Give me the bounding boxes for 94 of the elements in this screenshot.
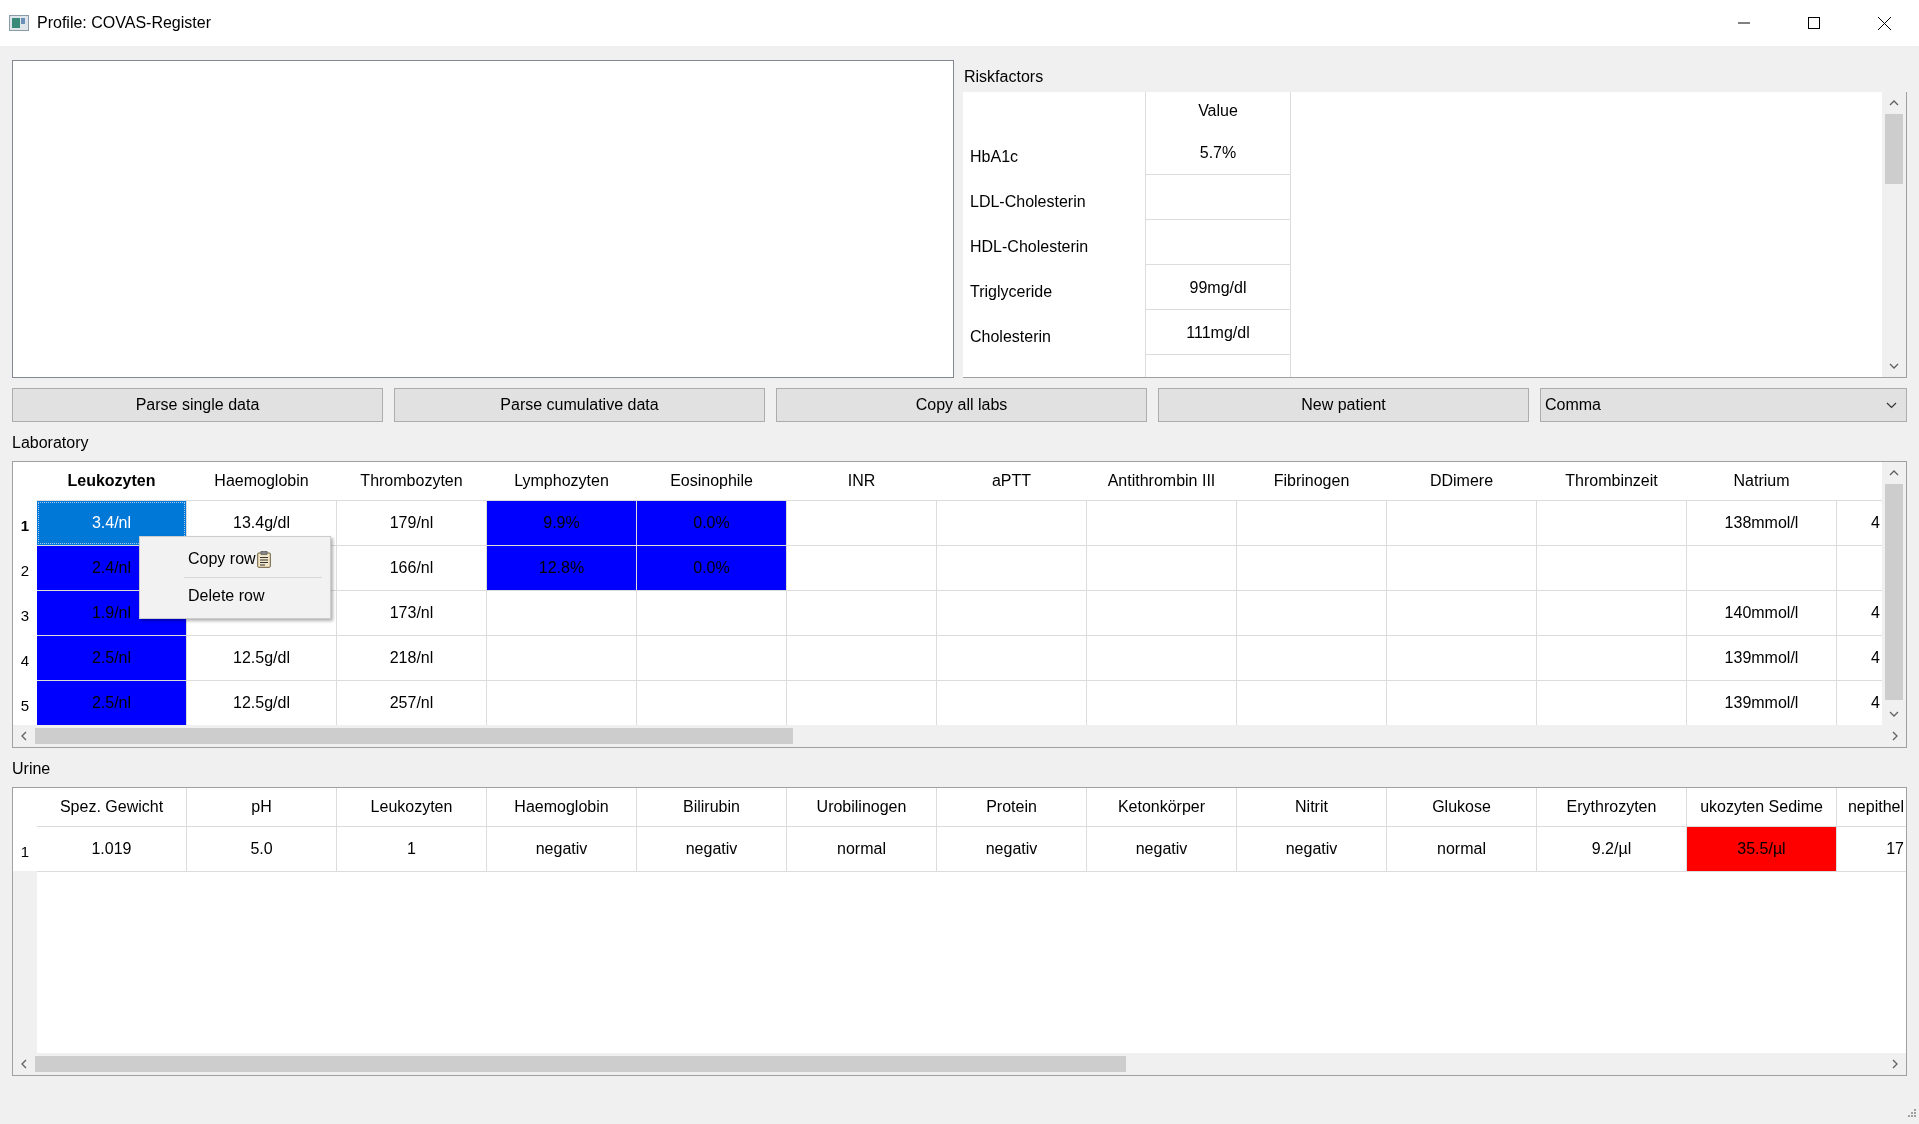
table-cell[interactable]: 35.5/µl — [1687, 827, 1836, 871]
row-header: HDL-Cholesterin — [969, 236, 1090, 257]
row-number[interactable]: 5 — [13, 681, 37, 725]
column-header[interactable]: Spez. Gewicht — [37, 788, 186, 826]
column-header[interactable]: Leukozyten — [37, 462, 186, 500]
text-input-area[interactable] — [12, 60, 954, 378]
minimize-icon — [1738, 22, 1750, 24]
separator-dropdown[interactable]: Comma — [1540, 388, 1907, 422]
row-number[interactable]: 2 — [13, 546, 37, 590]
horizontal-scrollbar[interactable] — [13, 725, 1906, 747]
table-cell[interactable]: 4 — [1837, 636, 1882, 680]
table-cell[interactable]: 1 — [337, 827, 486, 871]
section-label: Laboratory — [12, 434, 90, 452]
action-button[interactable]: New patient — [1158, 388, 1529, 422]
action-button[interactable]: Parse cumulative data — [394, 388, 765, 422]
scrollbar-thumb[interactable] — [1885, 484, 1903, 700]
scrollbar-thumb[interactable] — [35, 1056, 1126, 1072]
column-header[interactable]: Erythrozyten — [1537, 788, 1686, 826]
column-header: Value — [1197, 101, 1239, 121]
column-header[interactable]: Natrium — [1687, 462, 1836, 500]
app-icon — [9, 15, 29, 31]
table-cell[interactable]: 140mmol/l — [1687, 591, 1836, 635]
column-header[interactable]: Glukose — [1387, 788, 1536, 826]
row-header: LDL-Cholesterin — [969, 191, 1087, 212]
row-header: Triglyceride — [969, 281, 1054, 302]
row-number[interactable]: 1 — [13, 827, 37, 871]
row-number[interactable]: 1 — [13, 501, 37, 545]
action-button[interactable]: Copy all labs — [776, 388, 1147, 422]
table-cell[interactable]: negativ — [937, 827, 1086, 871]
section-label: Riskfactors — [963, 67, 1045, 87]
column-header[interactable]: Fibrinogen — [1237, 462, 1386, 500]
table-cell[interactable]: negativ — [1087, 827, 1236, 871]
column-header[interactable]: DDimere — [1387, 462, 1536, 500]
scrollbar-thumb[interactable] — [35, 728, 794, 744]
table-cell[interactable]: 111mg/dl — [1146, 310, 1290, 355]
column-header[interactable]: Eosinophile — [637, 462, 786, 500]
table-cell[interactable]: 179/nl — [337, 501, 486, 545]
table-cell[interactable]: negativ — [487, 827, 636, 871]
column-header[interactable]: Urobilinogen — [787, 788, 936, 826]
table-cell[interactable]: 173/nl — [337, 591, 486, 635]
column-header[interactable]: Antithrombin III — [1087, 462, 1236, 500]
table-cell[interactable]: 139mmol/l — [1687, 681, 1836, 725]
table-cell[interactable]: 9.2/µl — [1537, 827, 1686, 871]
table-cell[interactable]: normal — [1387, 827, 1536, 871]
action-button[interactable]: Parse single data — [12, 388, 383, 422]
table-cell[interactable]: 12.5g/dl — [187, 681, 336, 725]
table-cell[interactable]: negativ — [1237, 827, 1386, 871]
table-cell[interactable]: 1.019 — [37, 827, 186, 871]
column-header[interactable]: pH — [187, 788, 336, 826]
row-header: HbA1c — [969, 146, 1020, 167]
row-header: Cholesterin — [969, 326, 1052, 347]
column-header[interactable]: nepithel — [1837, 788, 1906, 826]
row-number[interactable]: 4 — [13, 636, 37, 680]
table-cell[interactable]: 12.5g/dl — [187, 636, 336, 680]
table-cell[interactable]: 5.0 — [187, 827, 336, 871]
table-cell[interactable]: 99mg/dl — [1146, 265, 1290, 310]
table-cell[interactable]: 4 — [1837, 501, 1882, 545]
column-header[interactable]: Leukozyten — [337, 788, 486, 826]
table-cell[interactable]: 4 — [1837, 591, 1882, 635]
maximize-icon — [1808, 17, 1820, 29]
column-header[interactable]: Nitrit — [1237, 788, 1386, 826]
table-cell[interactable]: 166/nl — [337, 546, 486, 590]
table-cell[interactable]: 17 — [1837, 827, 1906, 871]
resize-grip-icon[interactable] — [1907, 1108, 1916, 1117]
column-header[interactable]: aPTT — [937, 462, 1086, 500]
column-header[interactable]: Ketonkörper — [1087, 788, 1236, 826]
close-icon — [1877, 16, 1891, 30]
column-header[interactable]: Haemoglobin — [487, 788, 636, 826]
column-header[interactable]: Lymphozyten — [487, 462, 636, 500]
caret-icon — [1886, 401, 1897, 409]
clipboard-icon — [256, 550, 271, 568]
table-cell[interactable]: 5.7% — [1146, 130, 1290, 175]
table-cell[interactable]: normal — [787, 827, 936, 871]
column-header[interactable]: Protein — [937, 788, 1086, 826]
vertical-scrollbar[interactable] — [1882, 92, 1906, 377]
vertical-scrollbar[interactable] — [1882, 462, 1906, 725]
column-header[interactable]: Bilirubin — [637, 788, 786, 826]
table-cell[interactable]: 4 — [1837, 681, 1882, 725]
row-number[interactable]: 3 — [13, 591, 37, 635]
table-cell[interactable]: 3.4/nl — [37, 501, 186, 545]
table-cell[interactable]: negativ — [637, 827, 786, 871]
column-header[interactable]: Thrombinzeit — [1537, 462, 1686, 500]
section-label: Urine — [12, 760, 52, 778]
table-cell[interactable]: 218/nl — [337, 636, 486, 680]
table-cell[interactable]: 139mmol/l — [1687, 636, 1836, 680]
scrollbar-thumb[interactable] — [1885, 114, 1903, 184]
column-header[interactable]: Haemoglobin — [187, 462, 336, 500]
column-header[interactable]: INR — [787, 462, 936, 500]
horizontal-scrollbar[interactable] — [13, 1053, 1906, 1075]
table-cell[interactable]: 257/nl — [337, 681, 486, 725]
column-header[interactable]: Thrombozyten — [337, 462, 486, 500]
column-header[interactable]: ukozyten Sedime — [1687, 788, 1836, 826]
table-cell[interactable]: 138mmol/l — [1687, 501, 1836, 545]
window-title: Profile: COVAS-Register — [37, 14, 211, 32]
